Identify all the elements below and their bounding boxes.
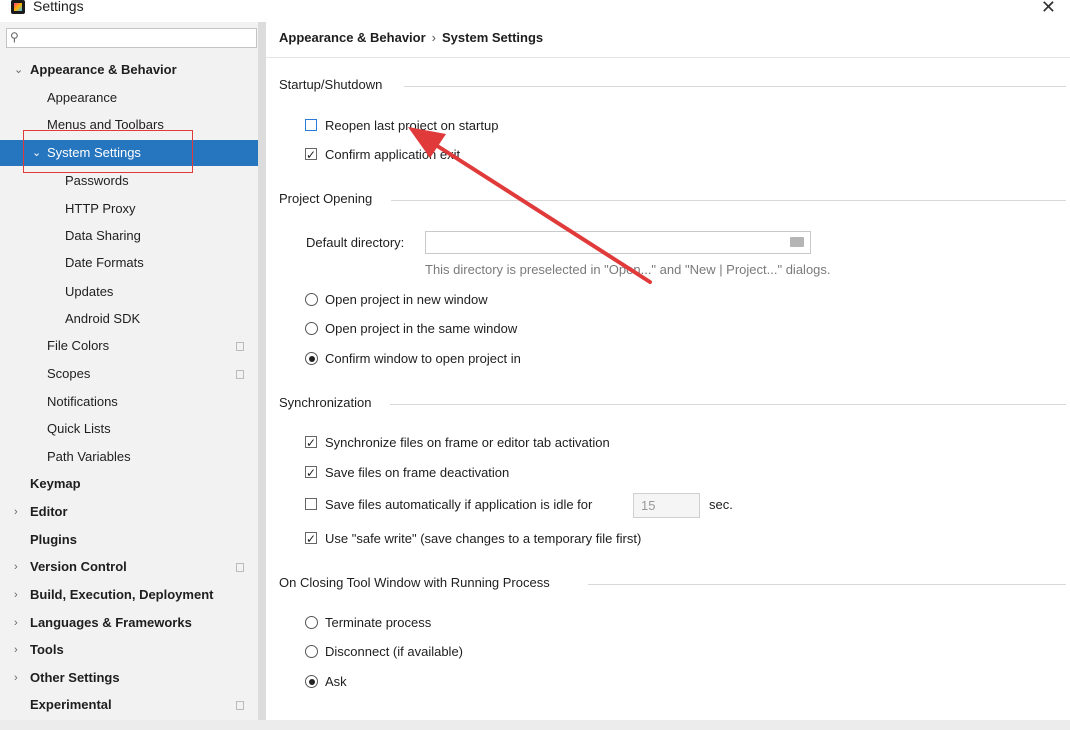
annotation-arrow (408, 127, 652, 284)
